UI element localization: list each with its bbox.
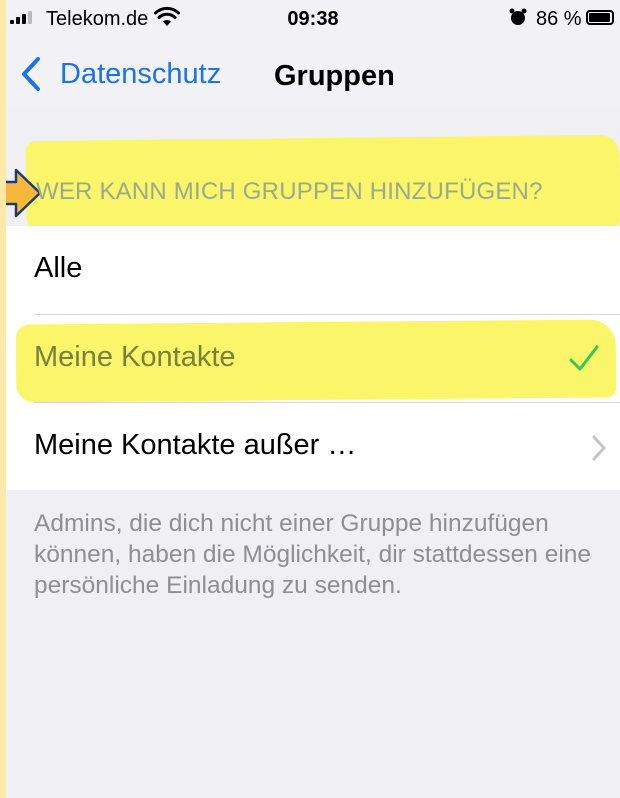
chevron-left-icon: [22, 57, 40, 91]
option-alle[interactable]: Alle: [6, 226, 620, 314]
option-label: Meine Kontakte: [34, 341, 236, 373]
section-footer-text: Admins, die dich nicht einer Gruppe hinz…: [34, 510, 592, 599]
option-meine-kontakte[interactable]: Meine Kontakte: [6, 315, 620, 403]
checkmark-icon: [569, 345, 599, 371]
navigation-bar: Datenschutz Gruppen: [6, 40, 620, 106]
page-title: Gruppen: [274, 60, 395, 92]
back-button[interactable]: Datenschutz: [20, 54, 221, 94]
alarm-icon: [509, 8, 527, 25]
battery-percentage: 86 %: [536, 8, 582, 30]
battery-icon: [586, 10, 614, 25]
option-label: Meine Kontakte außer …: [34, 429, 357, 461]
status-time: 09:38: [287, 8, 339, 30]
options-list: Alle Meine Kontakte Meine Kontakte außer…: [6, 226, 620, 490]
option-meine-kontakte-ausser[interactable]: Meine Kontakte außer …: [6, 403, 620, 491]
chevron-right-icon: [592, 435, 606, 461]
screen: Telekom.de 09:38 86 % Datenschutz Gruppe…: [6, 0, 620, 798]
status-bar: Telekom.de 09:38 86 %: [6, 0, 620, 40]
section-header: WER KANN MICH GRUPPEN HINZUFÜGEN?: [36, 178, 543, 205]
back-button-label: Datenschutz: [60, 57, 222, 90]
option-label: Alle: [34, 252, 83, 284]
